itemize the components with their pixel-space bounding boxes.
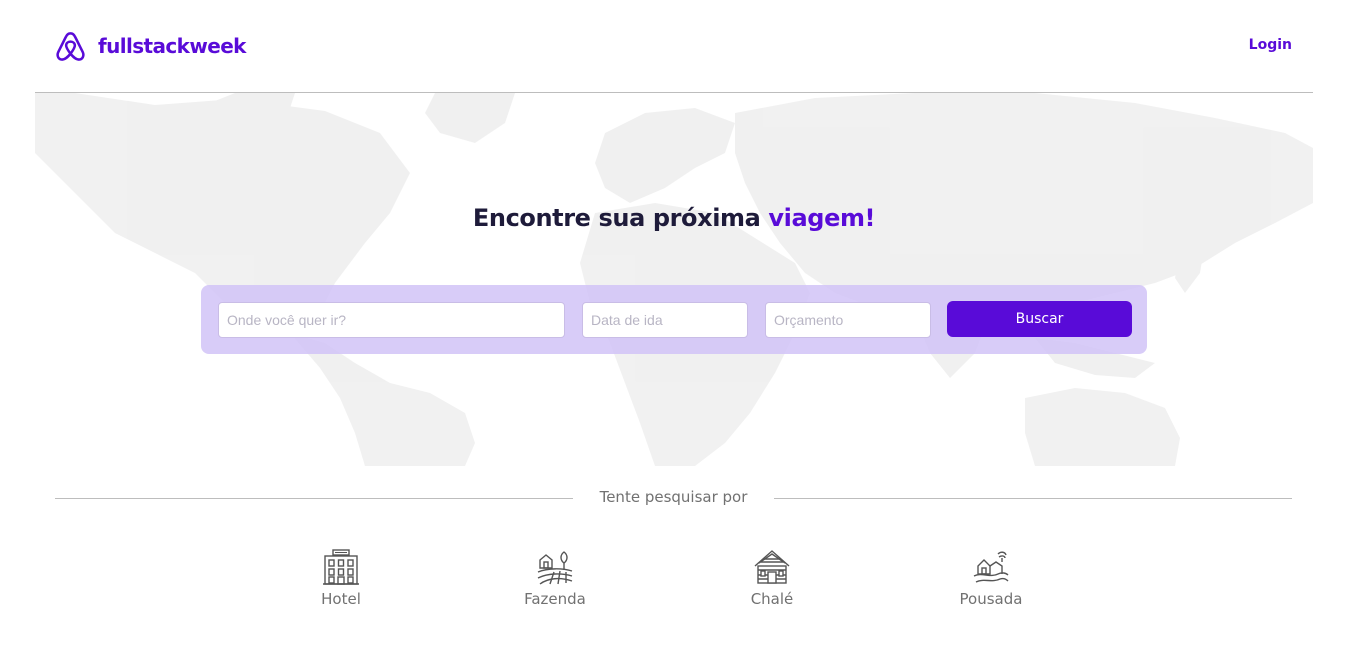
category-label: Hotel [321, 590, 361, 608]
hero-section [35, 93, 1313, 466]
brand-name: fullstackweek [98, 34, 246, 58]
divider-line-left [55, 498, 573, 499]
budget-input[interactable] [765, 302, 931, 338]
inn-icon [973, 551, 1009, 583]
world-map-background [35, 93, 1313, 466]
category-label: Fazenda [524, 590, 586, 608]
category-chale[interactable]: Chalé [712, 548, 832, 608]
hotel-icon [323, 549, 359, 585]
departure-date-input[interactable] [582, 302, 748, 338]
hero-headline: Encontre sua próxima viagem! [0, 204, 1348, 232]
airbnb-logo-icon [56, 32, 85, 61]
category-label: Pousada [959, 590, 1023, 608]
search-button[interactable]: Buscar [947, 301, 1132, 337]
category-fazenda[interactable]: Fazenda [495, 548, 615, 608]
header: fullstackweek Login [0, 0, 1348, 93]
suggestions-title: Tente pesquisar por [599, 488, 748, 506]
trip-search-form: Buscar [201, 285, 1147, 354]
destination-input[interactable] [218, 302, 565, 338]
category-label: Chalé [750, 590, 794, 608]
login-link[interactable]: Login [1249, 37, 1292, 53]
chalet-icon [754, 550, 790, 584]
headline-accent: viagem! [768, 204, 876, 232]
headline-text: Encontre sua próxima [472, 204, 761, 232]
farm-icon [537, 551, 573, 585]
divider-line-right [774, 498, 1292, 499]
brand-logo[interactable]: fullstackweek [55, 29, 246, 63]
suggestions-divider: Tente pesquisar por [55, 486, 1292, 510]
category-pousada[interactable]: Pousada [931, 548, 1051, 608]
category-hotel[interactable]: Hotel [281, 548, 401, 608]
